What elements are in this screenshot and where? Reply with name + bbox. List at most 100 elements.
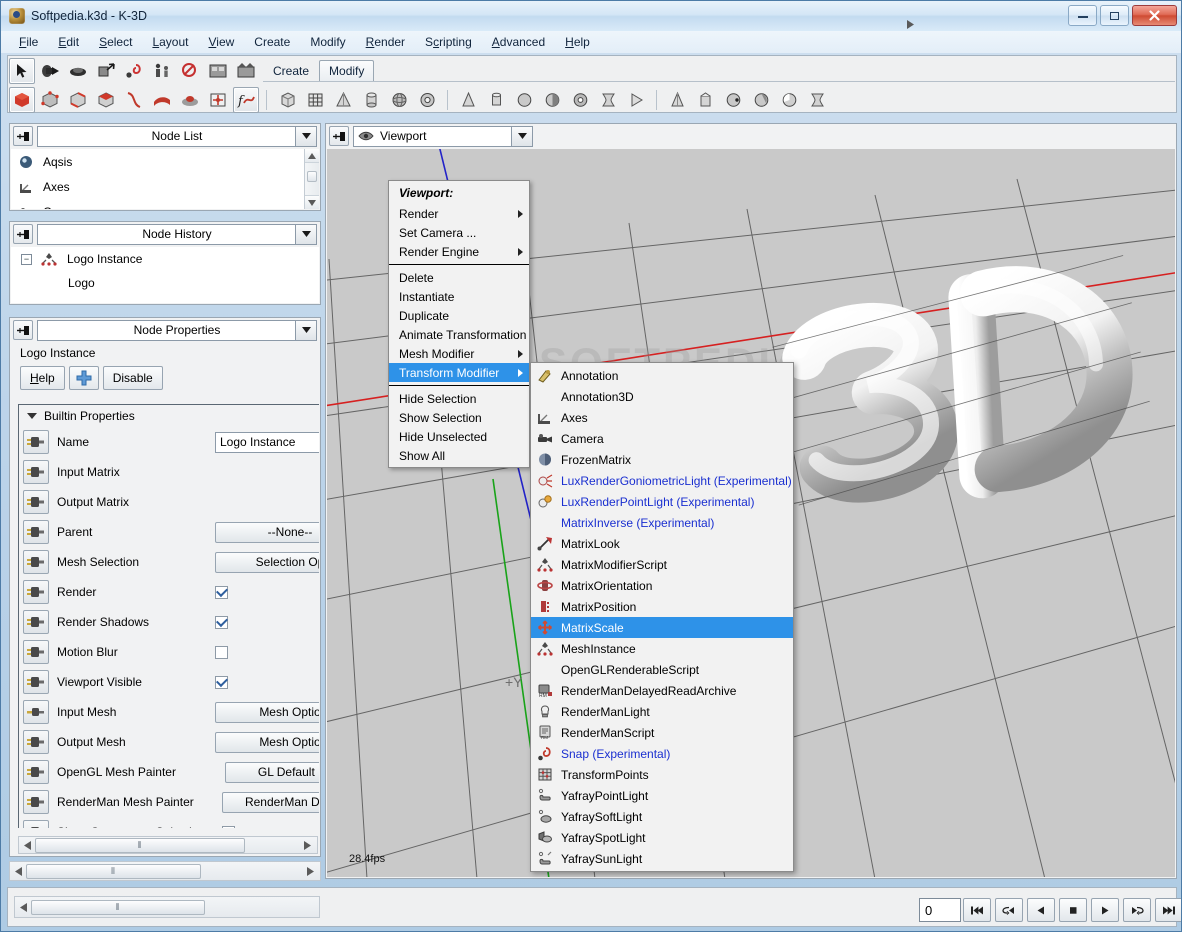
select-arrow-icon[interactable] bbox=[9, 57, 35, 84]
menu-scripting[interactable]: Scripting bbox=[415, 33, 482, 51]
curve-icon[interactable] bbox=[121, 87, 147, 113]
move-icon[interactable] bbox=[37, 58, 63, 84]
menu-edit[interactable]: Edit bbox=[48, 33, 89, 51]
context-item-instantiate[interactable]: Instantiate bbox=[389, 287, 529, 306]
poly-hemisphere-icon[interactable] bbox=[539, 87, 565, 113]
transform-icon[interactable]: f bbox=[233, 86, 259, 113]
plug-icon[interactable] bbox=[23, 640, 49, 664]
list-item[interactable]: Camera bbox=[11, 199, 319, 209]
step-forward-loop-button[interactable] bbox=[1123, 898, 1151, 922]
menu-select[interactable]: Select bbox=[89, 33, 142, 51]
rotate-icon[interactable] bbox=[65, 58, 91, 84]
submenu-item-matrixinverse[interactable]: MatrixInverse (Experimental) bbox=[531, 512, 793, 533]
chevron-down-icon[interactable] bbox=[511, 126, 532, 146]
select-faces-icon[interactable] bbox=[93, 87, 119, 113]
timeline-scroll-right-icon[interactable] bbox=[907, 18, 914, 32]
poly-sphere-icon[interactable] bbox=[511, 87, 537, 113]
plug-icon[interactable] bbox=[23, 550, 49, 574]
motion-blur-checkbox[interactable] bbox=[215, 645, 228, 659]
input-mesh-button[interactable]: Mesh Optio bbox=[215, 701, 319, 723]
submenu-item-luxrenderpointlight[interactable]: LuxRenderPointLight (Experimental) bbox=[531, 491, 793, 512]
context-item-animate-transformation[interactable]: Animate Transformation bbox=[389, 325, 529, 344]
submenu-item-yafrayspotlight[interactable]: YafraySpotLight bbox=[531, 827, 793, 848]
scroll-left-icon[interactable] bbox=[15, 899, 31, 915]
scroll-right-icon[interactable] bbox=[299, 837, 315, 853]
go-to-start-button[interactable] bbox=[963, 898, 991, 922]
nurbs-disk-icon[interactable] bbox=[748, 87, 774, 113]
submenu-item-annotation[interactable]: Annotation bbox=[531, 365, 793, 386]
plug-icon[interactable] bbox=[23, 520, 49, 544]
submenu-item-matrixorientation[interactable]: MatrixOrientation bbox=[531, 575, 793, 596]
node-list-items[interactable]: Aqsis Axes Camera bbox=[11, 149, 319, 209]
submenu-item-rendermanscript[interactable]: RM RenderManScript bbox=[531, 722, 793, 743]
submenu-item-matrixlook[interactable]: MatrixLook bbox=[531, 533, 793, 554]
scroll-thumb[interactable]: ⦀ bbox=[26, 863, 201, 879]
plug-icon[interactable] bbox=[23, 580, 49, 604]
nurbs-icon[interactable] bbox=[177, 87, 203, 113]
nurbs-sphere-icon[interactable] bbox=[720, 87, 746, 113]
minimize-button[interactable] bbox=[1068, 5, 1097, 26]
menu-view[interactable]: View bbox=[198, 33, 244, 51]
context-item-delete[interactable]: Delete bbox=[389, 268, 529, 287]
menu-modify[interactable]: Modify bbox=[300, 33, 355, 51]
parent-icon[interactable] bbox=[149, 58, 175, 84]
builtin-properties-group[interactable]: Builtin Properties bbox=[19, 405, 319, 427]
submenu-item-meshinstance[interactable]: MeshInstance bbox=[531, 638, 793, 659]
scroll-thumb[interactable]: ⦀ bbox=[31, 899, 205, 915]
menu-create[interactable]: Create bbox=[244, 33, 300, 51]
chevron-down-icon[interactable] bbox=[295, 320, 316, 340]
nurbs-cylinder-icon[interactable] bbox=[692, 87, 718, 113]
submenu-item-snap[interactable]: Snap (Experimental) bbox=[531, 743, 793, 764]
select-lines-icon[interactable] bbox=[65, 87, 91, 113]
submenu-item-matrixmodifierscript[interactable]: MatrixModifierScript bbox=[531, 554, 793, 575]
menu-file[interactable]: File bbox=[9, 33, 48, 51]
plug-icon[interactable] bbox=[23, 670, 49, 694]
scroll-right-icon[interactable] bbox=[302, 863, 318, 879]
viewport-combo[interactable]: Viewport bbox=[353, 125, 533, 147]
collapse-icon[interactable]: − bbox=[21, 253, 32, 265]
context-item-show-all[interactable]: Show All bbox=[389, 446, 529, 465]
submenu-item-luxrendergoniometriclight[interactable]: LuxRenderGoniometricLight (Experimental) bbox=[531, 470, 793, 491]
submenu-item-rendermanlight[interactable]: RenderManLight bbox=[531, 701, 793, 722]
plug-icon[interactable] bbox=[23, 820, 49, 828]
viewport-visible-checkbox[interactable] bbox=[215, 675, 228, 689]
list-item[interactable]: Aqsis bbox=[11, 149, 319, 174]
context-item-render[interactable]: Render bbox=[389, 204, 529, 223]
submenu-item-rendermandelayedreadarchive[interactable]: RM RenderManDelayedReadArchive bbox=[531, 680, 793, 701]
parent-value-button[interactable]: --None-- bbox=[215, 521, 319, 543]
unparent-icon[interactable] bbox=[177, 58, 203, 84]
pin-icon[interactable] bbox=[13, 320, 33, 340]
node-history-combo[interactable]: Node History bbox=[37, 223, 317, 245]
plug-icon[interactable] bbox=[23, 790, 49, 814]
submenu-item-yafraypointlight[interactable]: YafrayPointLight bbox=[531, 785, 793, 806]
deformation-icon[interactable] bbox=[205, 87, 231, 113]
select-nodes-icon[interactable] bbox=[9, 86, 35, 113]
properties-hscrollbar[interactable]: ⦀ bbox=[18, 836, 318, 854]
submenu-item-axes[interactable]: Axes bbox=[531, 407, 793, 428]
tab-create[interactable]: Create bbox=[263, 60, 319, 82]
scroll-thumb[interactable]: ⦀ bbox=[35, 837, 245, 853]
plug-icon[interactable] bbox=[23, 730, 49, 754]
context-item-hide-selection[interactable]: Hide Selection bbox=[389, 389, 529, 408]
plug-icon[interactable] bbox=[23, 430, 49, 454]
scroll-left-icon[interactable] bbox=[19, 837, 35, 853]
submenu-item-frozenmatrix[interactable]: FrozenMatrix bbox=[531, 449, 793, 470]
frame-number-input[interactable]: 0 bbox=[919, 898, 961, 922]
tree-item[interactable]: − Logo Instance bbox=[11, 247, 319, 271]
context-item-mesh-modifier[interactable]: Mesh Modifier bbox=[389, 344, 529, 363]
nurbs-hyperboloid-icon[interactable] bbox=[804, 87, 830, 113]
node-history-tree[interactable]: − Logo Instance Logo bbox=[11, 247, 319, 303]
context-item-transform-modifier[interactable]: Transform Modifier bbox=[389, 363, 529, 382]
context-item-render-engine[interactable]: Render Engine bbox=[389, 242, 529, 261]
pin-icon[interactable] bbox=[13, 126, 33, 146]
render-checkbox[interactable] bbox=[215, 585, 228, 599]
name-input[interactable]: Logo Instance bbox=[215, 431, 319, 453]
cylinder-icon[interactable] bbox=[358, 87, 384, 113]
scroll-thumb[interactable] bbox=[307, 171, 317, 182]
node-list-combo[interactable]: Node List bbox=[37, 125, 317, 147]
list-item[interactable]: Axes bbox=[11, 174, 319, 199]
output-mesh-button[interactable]: Mesh Optio bbox=[215, 731, 319, 753]
submenu-item-matrixposition[interactable]: MatrixPosition bbox=[531, 596, 793, 617]
scroll-down-icon[interactable] bbox=[305, 195, 319, 209]
disable-button[interactable]: Disable bbox=[102, 366, 163, 390]
